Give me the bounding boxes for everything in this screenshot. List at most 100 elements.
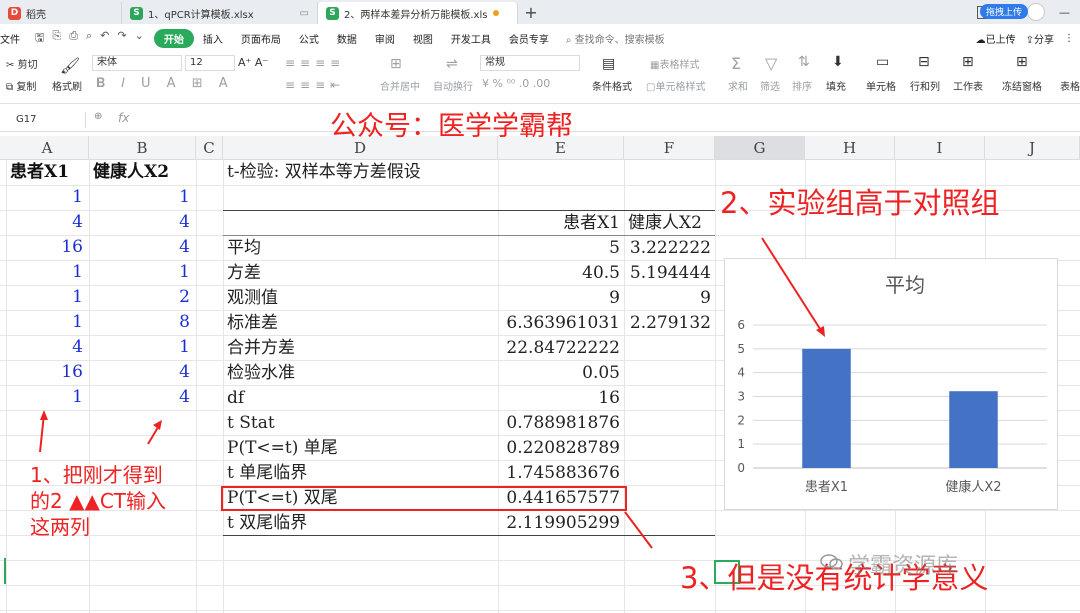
col-header-c[interactable]: C [196, 136, 223, 160]
ttest-col-header-x1[interactable]: 患者X1 [498, 211, 624, 236]
ttest-row-label[interactable]: P(T<=t) 单尾 [223, 436, 498, 461]
ttest-row-label[interactable]: 合并方差 [223, 336, 498, 361]
ttest-row-x2[interactable] [624, 361, 715, 386]
col-b-value-cell[interactable]: 4 [89, 385, 196, 410]
sum-button[interactable]: 求和 [728, 78, 748, 93]
col-a-value-cell[interactable]: 4 [6, 210, 89, 235]
new-tab-button[interactable]: + [518, 2, 544, 24]
fx-icon[interactable]: fx [118, 111, 129, 125]
fill-button[interactable]: 填充 [826, 78, 846, 93]
ttest-row-x2[interactable] [624, 411, 715, 436]
col-b-value-cell[interactable]: 4 [89, 235, 196, 260]
table-tools-button[interactable]: 表格 [1060, 78, 1080, 93]
ttest-row-x1[interactable]: 9 [498, 286, 624, 311]
cell-a1[interactable]: 患者X1 [6, 160, 89, 185]
tab-docer[interactable]: D 稻壳 [0, 2, 122, 24]
font-size-select[interactable]: 12 [185, 55, 235, 71]
menu-data[interactable]: 数据 [328, 31, 366, 46]
conditional-format-button[interactable]: 条件格式 [592, 78, 632, 93]
font-grow-icon[interactable]: A⁺ A⁻ [238, 56, 268, 69]
filter-button[interactable]: 筛选 [760, 78, 780, 93]
chart-bar[interactable] [949, 391, 998, 468]
tab-two-sample[interactable]: S 2、两样本差异分析万能模板.xls [318, 2, 518, 24]
align-icons[interactable]: ≡≡≡≡ [285, 56, 345, 70]
command-search[interactable]: ⌕ 查找命令、搜索模板 [566, 31, 665, 46]
col-header-b[interactable]: B [89, 136, 196, 160]
chart-bar[interactable] [802, 348, 851, 468]
ttest-row-label[interactable]: df [223, 386, 498, 411]
redo-icon[interactable]: ↷ [117, 29, 126, 48]
ttest-row-label[interactable]: t 双尾临界 [223, 511, 498, 536]
ttest-row-x2[interactable] [624, 511, 715, 536]
sort-button[interactable]: 排序 [792, 78, 812, 93]
col-a-value-cell[interactable]: 1 [6, 185, 89, 210]
preview-icon[interactable]: ⌕ [86, 29, 92, 48]
menu-view[interactable]: 视图 [404, 31, 442, 46]
col-a-value-cell[interactable]: 1 [6, 260, 89, 285]
bar-chart[interactable]: 平均 0 1 2 3 4 5 6 患者X1 健康人X2 [724, 258, 1058, 510]
formula-input[interactable] [140, 112, 1070, 128]
name-box[interactable]: G17 [6, 112, 86, 128]
wrap-text-button[interactable]: 自动换行 [433, 78, 473, 93]
col-header-f[interactable]: F [624, 136, 715, 160]
font-style-icons[interactable]: 𝐁 𝐼 U A ⊞ A [96, 76, 234, 91]
chevron-down-icon[interactable]: ⌄ [135, 29, 144, 48]
share-button[interactable]: ⇪分享 [1026, 31, 1054, 46]
ttest-row-x2[interactable]: 9 [624, 286, 715, 311]
cells-button[interactable]: 单元格 [866, 78, 896, 93]
number-style-icons[interactable]: ¥ % ⁰⁰ .0 .00 [482, 77, 550, 90]
close-icon[interactable]: ▭ [294, 8, 309, 19]
copy-button[interactable]: ⧉ 复制 [6, 78, 36, 93]
menu-insert[interactable]: 插入 [194, 31, 232, 46]
row-col-button[interactable]: 行和列 [910, 78, 940, 93]
menu-file[interactable]: 文件 [0, 31, 29, 46]
avatar[interactable] [1027, 3, 1045, 21]
menu-review[interactable]: 审阅 [366, 31, 404, 46]
col-b-value-cell[interactable]: 2 [89, 285, 196, 310]
col-a-value-cell[interactable]: 1 [6, 385, 89, 410]
ttest-row-label[interactable]: 方差 [223, 261, 498, 286]
ttest-row-label[interactable]: 平均 [223, 236, 498, 261]
ttest-row-label[interactable]: 标准差 [223, 311, 498, 336]
col-b-value-cell[interactable]: 4 [89, 210, 196, 235]
minimize-icon[interactable]: — [1059, 6, 1070, 19]
ttest-row-x1[interactable]: 2.119905299 [498, 511, 624, 536]
menu-formula[interactable]: 公式 [290, 31, 328, 46]
menu-start[interactable]: 开始 [153, 28, 194, 48]
export-icon[interactable]: ⎘ [52, 29, 61, 48]
ttest-row-x1[interactable]: 40.5 [498, 261, 624, 286]
ttest-row-label[interactable]: t 单尾临界 [223, 461, 498, 486]
worksheet-button[interactable]: 工作表 [953, 78, 983, 93]
col-a-value-cell[interactable]: 16 [6, 360, 89, 385]
col-header-h[interactable]: H [805, 136, 895, 160]
col-a-value-cell[interactable]: 4 [6, 335, 89, 360]
ttest-row-label[interactable]: 检验水准 [223, 361, 498, 386]
ttest-row-x2[interactable]: 3.222222 [624, 236, 715, 261]
ttest-row-x2[interactable] [624, 461, 715, 486]
merge-center-button[interactable]: 合并居中 [380, 78, 420, 93]
col-header-a[interactable]: A [6, 136, 89, 160]
ttest-col-header-x2[interactable]: 健康人X2 [624, 211, 715, 236]
zoom-icon[interactable]: ⊕ [94, 111, 102, 122]
cut-button[interactable]: ✂ 剪切 [6, 56, 38, 71]
paintbrush-icon[interactable]: 🖌 [60, 56, 80, 75]
ttest-row-x2[interactable]: 2.279132 [624, 311, 715, 336]
menu-developer[interactable]: 开发工具 [442, 31, 500, 46]
col-b-value-cell[interactable]: 4 [89, 360, 196, 385]
tab-qpcr[interactable]: S 1、qPCR计算模板.xlsx ▭ [122, 2, 318, 24]
menu-page-layout[interactable]: 页面布局 [232, 31, 290, 46]
ttest-row-x1[interactable]: 16 [498, 386, 624, 411]
col-b-value-cell[interactable]: 1 [89, 335, 196, 360]
table-style-button[interactable]: ▦表格样式 [650, 56, 699, 71]
ttest-row-x1[interactable]: 22.84722222 [498, 336, 624, 361]
ttest-row-x2[interactable]: 5.194444 [624, 261, 715, 286]
undo-icon[interactable]: ↶ [100, 29, 109, 48]
ttest-row-x2[interactable] [624, 486, 715, 511]
col-a-value-cell[interactable]: 16 [6, 235, 89, 260]
freeze-panes-button[interactable]: 冻结窗格 [1002, 78, 1042, 93]
ttest-row-x1[interactable]: 6.363961031 [498, 311, 624, 336]
ttest-title[interactable]: t-检验: 双样本等方差假设 [223, 160, 498, 185]
col-b-value-cell[interactable]: 8 [89, 310, 196, 335]
col-b-value-cell[interactable]: 1 [89, 260, 196, 285]
col-header-g[interactable]: G [715, 136, 805, 160]
